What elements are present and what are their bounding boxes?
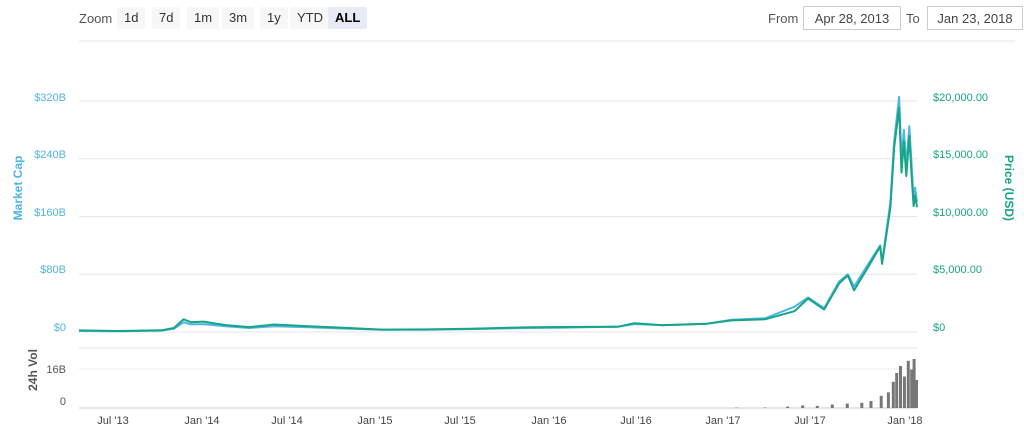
left-tick-80b: $80B	[40, 264, 66, 276]
left-tick-160b: $160B	[34, 207, 66, 219]
volume-bar	[906, 360, 910, 409]
x-tick-jan-14: Jan '14	[184, 415, 219, 426]
x-tick-jul-17: Jul '17	[794, 415, 825, 426]
right-axis-ticks: $0 $5,000.00 $10,000.00 $15,000.00 $20,0…	[933, 92, 988, 334]
x-tick-jan-17: Jan '17	[705, 415, 740, 426]
x-tick-jan-15: Jan '15	[357, 415, 392, 426]
volume-tick-16b: 16B	[46, 364, 66, 376]
x-tick-jul-13: Jul '13	[97, 415, 128, 426]
left-tick-320b: $320B	[34, 92, 66, 104]
volume-bar	[895, 373, 899, 408]
volume-bar	[902, 376, 906, 408]
volume-bar	[845, 403, 849, 408]
volume-bar	[869, 401, 873, 408]
right-tick-20000: $20,000.00	[933, 92, 988, 104]
left-axis-ticks: $0 $80B $160B $240B $320B	[34, 92, 66, 334]
x-tick-jan-18: Jan '18	[887, 415, 922, 426]
price-series-line	[78, 106, 918, 332]
right-tick-5000: $5,000.00	[933, 264, 982, 276]
volume-bar	[801, 405, 805, 408]
x-axis-labels: Jul '13 Jan '14 Jul '14 Jan '15 Jul '15 …	[97, 415, 922, 426]
right-tick-0: $0	[933, 322, 945, 334]
volume-bar	[879, 395, 883, 409]
volume-bar	[734, 407, 738, 409]
volume-bar	[815, 405, 819, 408]
volume-bar	[860, 402, 864, 409]
volume-bar	[786, 406, 790, 408]
volume-tick-0: 0	[60, 396, 66, 408]
right-tick-15000: $15,000.00	[933, 149, 988, 161]
x-tick-jul-16: Jul '16	[620, 415, 651, 426]
left-tick-240b: $240B	[34, 149, 66, 161]
volume-bar	[830, 404, 834, 408]
volume-bar	[891, 381, 895, 409]
volume-bars	[734, 359, 918, 409]
series-layer	[78, 95, 918, 333]
volume-bar	[915, 380, 918, 408]
volume-bar	[899, 366, 902, 408]
right-tick-10000: $10,000.00	[933, 207, 988, 219]
volume-bar	[763, 407, 767, 408]
price-chart[interactable]: $0 $80B $160B $240B $320B Market Cap $0 …	[0, 0, 1024, 426]
volume-title: 24h Vol	[26, 349, 40, 391]
volume-bar	[886, 392, 890, 409]
right-axis-title: Price (USD)	[1002, 155, 1016, 221]
left-tick-0: $0	[54, 322, 66, 334]
left-axis-title: Market Cap	[11, 156, 25, 221]
x-tick-jul-14: Jul '14	[271, 415, 302, 426]
x-tick-jan-16: Jan '16	[531, 415, 566, 426]
x-tick-jul-15: Jul '15	[444, 415, 475, 426]
grid-lines	[79, 100, 917, 333]
market-cap-series-line	[78, 95, 918, 333]
